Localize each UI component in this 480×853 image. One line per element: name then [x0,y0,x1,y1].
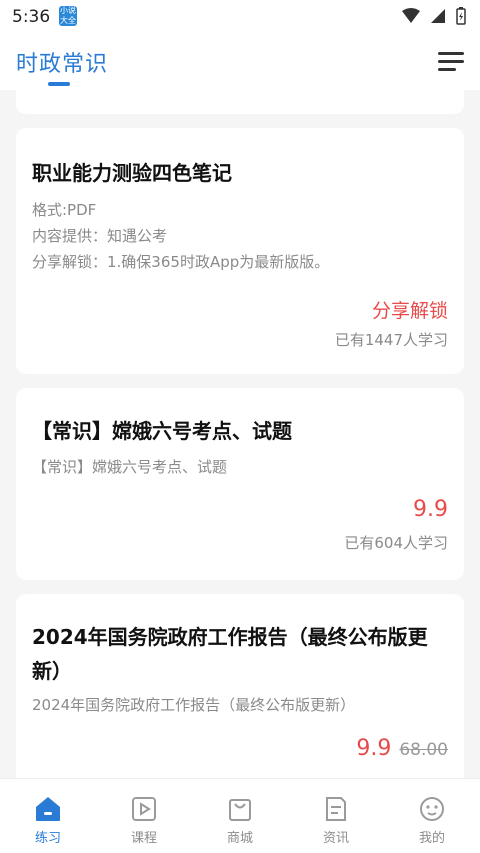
learner-count: 已有1447人学习 [334,331,448,349]
signal-icon [431,9,445,23]
title-indicator [48,82,70,86]
card-title: 2024年国务院政府工作报告（最终公布版更新） [32,625,428,683]
card-subtitle: 【常识】嫦娥六号考点、试题 [32,458,228,476]
tab-label: 我的 [418,831,445,846]
status-icons [402,7,466,25]
tab-news[interactable]: 资讯 [288,779,384,853]
practice-icon [36,797,60,821]
tab-practice[interactable]: 练习 [0,779,96,853]
tab-label: 资讯 [322,831,349,846]
shop-icon [229,799,251,821]
tab-profile[interactable]: 我的 [384,779,480,853]
notification-app-icon: 小说 大全 [59,6,77,26]
material-card[interactable]: 【常识】嫦娥六号考点、试题 【常识】嫦娥六号考点、试题 9.9 已有604人学习 [16,388,464,580]
material-card[interactable]: 2024年国务院政府工作报告（最终公布版更新） 2024年国务院政府工作报告（最… [16,594,464,778]
share-unlock-button[interactable]: 分享解锁 [372,296,448,323]
profile-icon [420,797,444,821]
tab-shop[interactable]: 商城 [192,779,288,853]
wifi-icon [402,8,420,23]
content-list[interactable]: 职业能力测验四色笔记 格式:PDF 内容提供：知遇公考 分享解锁：1.确保365… [0,90,480,778]
card-format: 格式:PDF [32,201,97,219]
list-card-partial[interactable] [16,90,464,114]
news-icon [326,797,346,821]
tab-label: 商城 [226,831,253,846]
app-header: 时政常识 [0,36,480,90]
menu-icon[interactable] [438,50,464,72]
course-icon [132,797,156,821]
status-time: 5:36 [12,7,51,27]
status-bar: 5:36 小说 大全 [0,0,480,36]
card-unlock-note: 分享解锁：1.确保365时政App为最新版版。 [32,253,330,271]
price: 9.9 [356,736,392,761]
price-row: 9.9 68.00 [356,736,448,761]
tab-label: 课程 [130,831,157,846]
card-title: 职业能力测验四色笔记 [32,161,232,185]
tab-label: 练习 [34,831,61,846]
original-price: 68.00 [399,740,448,760]
card-subtitle: 2024年国务院政府工作报告（最终公布版更新） [32,696,356,714]
bottom-tab-bar: 练习 课程 商城 资讯 我的 [0,778,480,853]
tab-course[interactable]: 课程 [96,779,192,853]
battery-icon [456,7,466,25]
page-title: 时政常识 [16,52,109,77]
learner-count: 已有604人学习 [344,534,448,552]
card-provider: 内容提供：知遇公考 [32,227,168,245]
price: 9.9 [413,497,448,522]
material-card[interactable]: 职业能力测验四色笔记 格式:PDF 内容提供：知遇公考 分享解锁：1.确保365… [16,128,464,374]
card-title: 【常识】嫦娥六号考点、试题 [32,419,292,443]
